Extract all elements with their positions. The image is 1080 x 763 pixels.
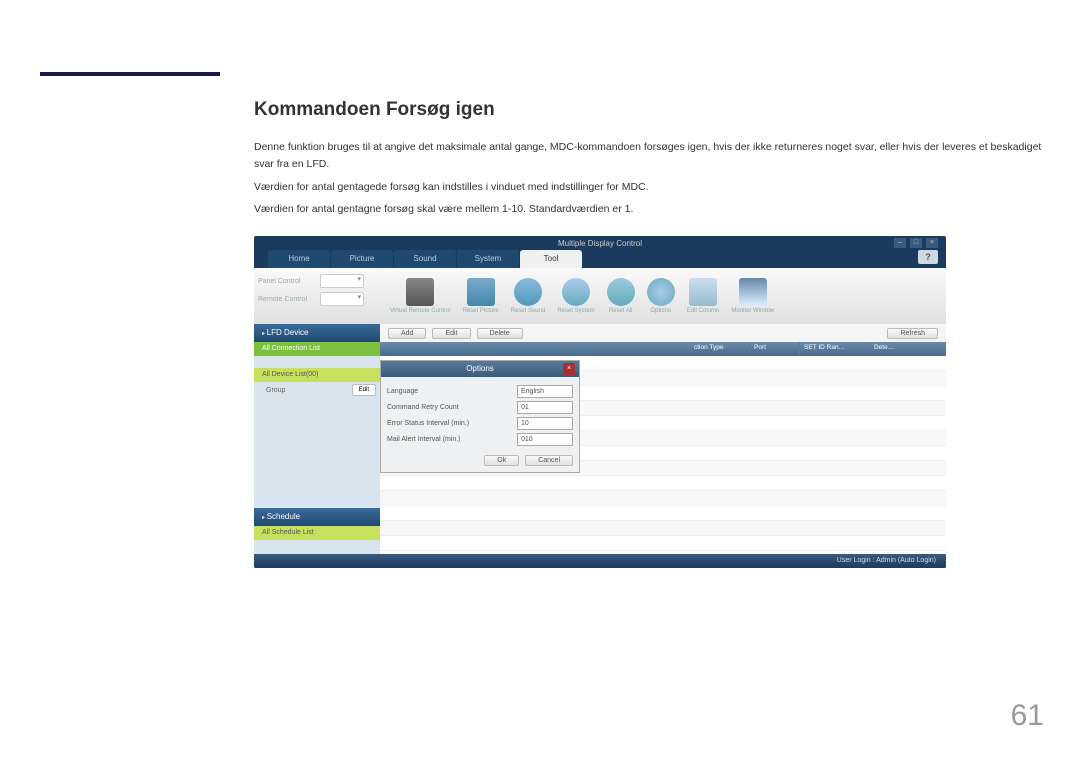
error-interval-input[interactable]	[517, 417, 573, 430]
panel-control-dropdown[interactable]	[320, 274, 364, 288]
col-port[interactable]: Port	[750, 342, 800, 356]
retry-count-label: Command Retry Count	[387, 404, 517, 411]
toolbar-icons: Virtual Remote Control Reset Picture Res…	[380, 268, 946, 324]
reset-picture-icon[interactable]: Reset Picture	[457, 278, 505, 314]
error-interval-label: Error Status Interval (min.)	[387, 420, 517, 427]
sidebar-lfd-header[interactable]: LFD Device	[254, 324, 380, 342]
reset-system-icon[interactable]: Reset System	[551, 278, 600, 314]
section-title: Kommandoen Forsøg igen	[254, 99, 1044, 121]
header-accent-bar	[40, 72, 220, 76]
remote-control-label: Remote Control	[258, 296, 320, 303]
status-bar: User Login : Admin (Auto Login)	[254, 554, 946, 568]
tab-picture[interactable]: Picture	[331, 250, 393, 268]
edit-column-icon[interactable]: Edit Column	[681, 278, 726, 314]
col-setid[interactable]: SET ID Ran…	[800, 342, 870, 356]
tab-sound[interactable]: Sound	[394, 250, 456, 268]
data-grid: ction Type Port SET ID Ran… Dete… Option…	[380, 342, 946, 554]
monitor-window-icon[interactable]: Monitor Window	[725, 278, 780, 314]
grid-header: ction Type Port SET ID Ran… Dete…	[380, 342, 946, 356]
dialog-body: Language Command Retry Count Error Statu…	[381, 377, 579, 451]
dialog-close-icon[interactable]: ×	[563, 363, 575, 375]
sidebar: LFD Device All Connection List All Devic…	[254, 324, 380, 554]
main-controls: Add Edit Delete Refresh	[380, 324, 946, 342]
panel-control-label: Panel Control	[258, 278, 320, 285]
main-tabs: Home Picture Sound System Tool	[268, 250, 583, 268]
help-button[interactable]: ?	[918, 250, 938, 264]
refresh-button[interactable]: Refresh	[887, 328, 938, 339]
table-row	[380, 506, 946, 521]
maximize-icon[interactable]: □	[910, 238, 922, 248]
sidebar-schedule-header[interactable]: Schedule	[254, 508, 380, 526]
table-row	[380, 521, 946, 536]
tab-system[interactable]: System	[457, 250, 519, 268]
toolbar: Panel Control Remote Control Virtual Rem…	[254, 268, 946, 324]
main-area: Add Edit Delete Refresh ction Type Port …	[380, 324, 946, 554]
tab-tool[interactable]: Tool	[520, 250, 582, 268]
virtual-remote-icon[interactable]: Virtual Remote Control	[384, 278, 457, 314]
sidebar-group-row: Group Edit	[254, 382, 380, 398]
table-row	[380, 536, 946, 551]
reset-all-icon[interactable]: Reset All	[601, 278, 641, 314]
tab-home[interactable]: Home	[268, 250, 330, 268]
minimize-icon[interactable]: –	[894, 238, 906, 248]
language-label: Language	[387, 388, 517, 395]
group-edit-button[interactable]: Edit	[352, 384, 376, 396]
paragraph-2: Værdien for antal gentagede forsøg kan i…	[254, 179, 1044, 196]
close-icon[interactable]: ×	[926, 238, 938, 248]
table-row	[380, 476, 946, 491]
page-number: 61	[1011, 699, 1044, 733]
retry-count-input[interactable]	[517, 401, 573, 414]
app-window-title: Multiple Display Control	[254, 239, 946, 248]
paragraph-1: Denne funktion bruges til at angive det …	[254, 139, 1044, 173]
options-icon[interactable]: Options	[641, 278, 681, 314]
col-detect[interactable]: Dete…	[870, 342, 946, 356]
dialog-title-text: Options	[466, 364, 494, 373]
sidebar-all-schedule[interactable]: All Schedule List	[254, 526, 380, 540]
paragraph-3: Værdien for antal gentagne forsøg skal v…	[254, 201, 1044, 218]
sidebar-all-connection[interactable]: All Connection List	[254, 342, 380, 356]
add-button[interactable]: Add	[388, 328, 426, 339]
dialog-title: Options ×	[381, 361, 579, 377]
delete-button[interactable]: Delete	[477, 328, 523, 339]
mail-interval-label: Mail Alert Interval (min.)	[387, 436, 517, 443]
app-screenshot: Multiple Display Control – □ × ? Home Pi…	[254, 236, 946, 568]
table-row	[380, 491, 946, 506]
cancel-button[interactable]: Cancel	[525, 455, 573, 466]
reset-sound-icon[interactable]: Reset Sound	[505, 278, 552, 314]
group-label: Group	[258, 387, 352, 394]
remote-control-dropdown[interactable]	[320, 292, 364, 306]
ok-button[interactable]: Ok	[484, 455, 519, 466]
window-controls: – □ ×	[894, 238, 938, 248]
mail-interval-input[interactable]	[517, 433, 573, 446]
main-content: Kommandoen Forsøg igen Denne funktion br…	[254, 99, 1044, 568]
sidebar-all-device[interactable]: All Device List(00)	[254, 368, 380, 382]
options-dialog: Options × Language Command Retry Count E…	[380, 360, 580, 473]
col-connection-type[interactable]: ction Type	[690, 342, 750, 356]
dialog-buttons: Ok Cancel	[381, 451, 579, 472]
language-select[interactable]	[517, 385, 573, 398]
toolbar-left: Panel Control Remote Control	[254, 268, 380, 324]
edit-button[interactable]: Edit	[432, 328, 470, 339]
